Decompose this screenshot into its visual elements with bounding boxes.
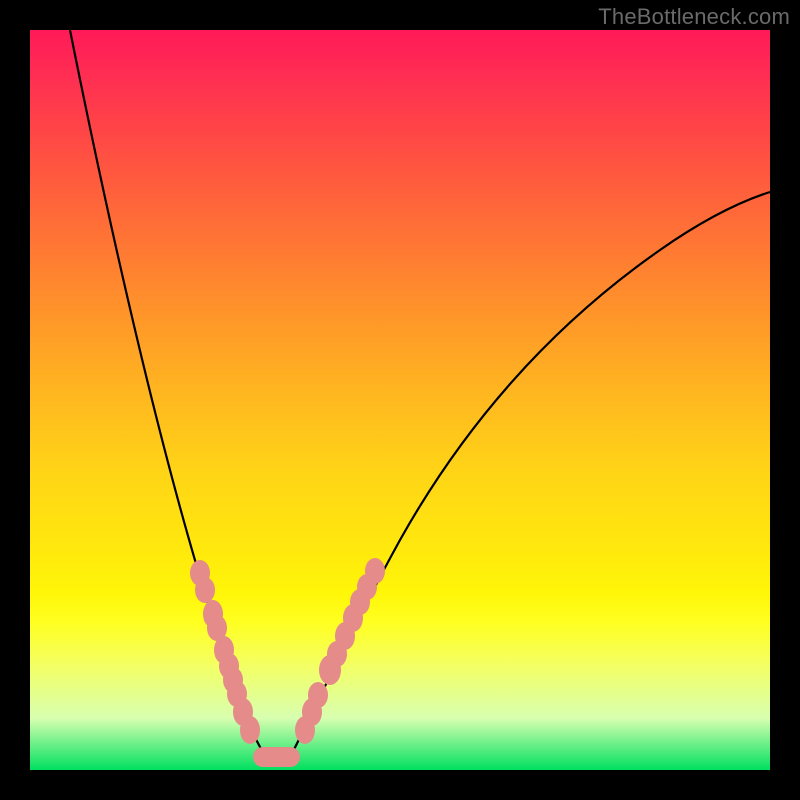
gradient-plot-area (30, 30, 770, 770)
watermark-text: TheBottleneck.com (598, 4, 790, 30)
